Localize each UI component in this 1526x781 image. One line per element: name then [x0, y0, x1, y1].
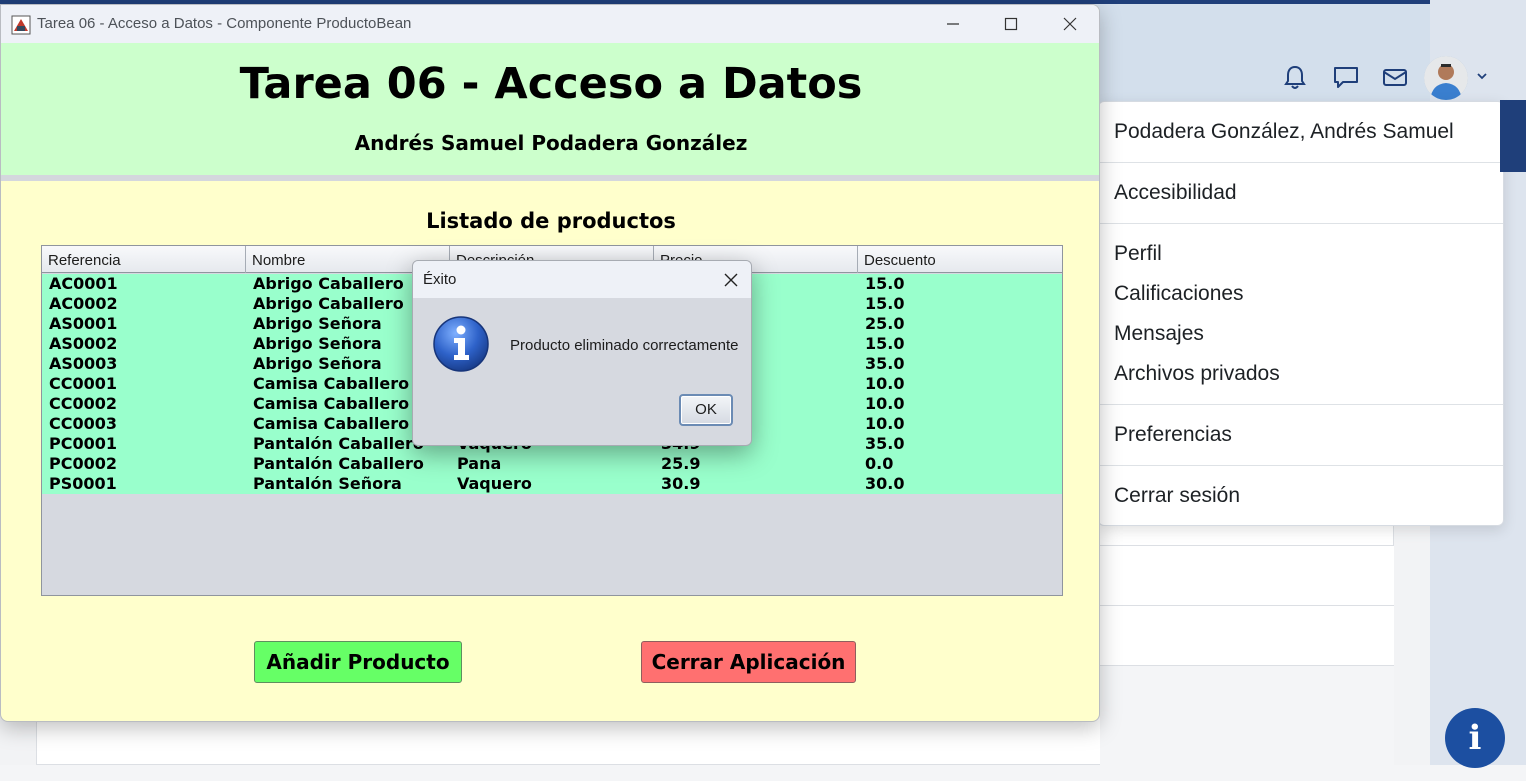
table-cell-ref: AS0003 — [49, 354, 118, 373]
table-cell-ref: AC0002 — [49, 294, 118, 313]
browser-footer — [0, 765, 1526, 781]
table-cell-descuento: 15.0 — [865, 294, 905, 313]
table-cell-ref: PC0002 — [49, 454, 117, 473]
table-cell-descuento: 15.0 — [865, 274, 905, 293]
browser-content-row — [1100, 665, 1394, 765]
table-cell-nombre: Pantalón Caballero — [253, 454, 424, 473]
chevron-down-icon[interactable] — [1474, 68, 1490, 84]
user-avatar[interactable] — [1424, 56, 1468, 100]
table-row[interactable]: PS0001 Pantalón Señora Vaquero 30.9 30.0 — [42, 474, 1062, 494]
app-main-title: Tarea 06 - Acceso a Datos — [239, 59, 863, 109]
product-list-title: Listado de productos — [426, 209, 676, 233]
menu-item-logout[interactable]: Cerrar sesión — [1114, 484, 1240, 508]
mail-icon[interactable] — [1380, 62, 1410, 92]
table-cell-ref: AC0001 — [49, 274, 118, 293]
menu-divider — [1099, 404, 1503, 405]
ok-button[interactable]: OK — [679, 394, 733, 426]
avatar-photo — [1424, 56, 1468, 100]
info-icon: i — [1468, 718, 1482, 758]
table-cell-ref: CC0001 — [49, 374, 118, 393]
bell-icon[interactable] — [1280, 62, 1310, 92]
help-info-button[interactable]: i — [1445, 708, 1505, 768]
table-cell-descuento: 30.0 — [865, 474, 905, 493]
add-product-button[interactable]: Añadir Producto — [254, 641, 462, 683]
table-cell-descuento: 10.0 — [865, 374, 905, 393]
table-cell-ref: PC0001 — [49, 434, 117, 453]
table-cell-descuento: 35.0 — [865, 434, 905, 453]
table-cell-descuento: 35.0 — [865, 354, 905, 373]
app-author: Andrés Samuel Podadera González — [354, 131, 748, 155]
window-titlebar[interactable]: Tarea 06 - Acceso a Datos - Componente P… — [1, 5, 1099, 43]
menu-item-grades[interactable]: Calificaciones — [1114, 282, 1244, 306]
table-cell-ref: CC0003 — [49, 414, 118, 433]
menu-item-preferences[interactable]: Preferencias — [1114, 423, 1232, 447]
message-dialog: Éxito Producto eliminado correctamente O… — [412, 260, 752, 446]
table-cell-descripcion: Pana — [457, 454, 502, 473]
table-row[interactable]: PC0002 Pantalón Caballero Pana 25.9 0.0 — [42, 454, 1062, 474]
close-app-button[interactable]: Cerrar Aplicación — [641, 641, 856, 683]
browser-content-row — [1100, 605, 1394, 665]
table-cell-ref: AS0001 — [49, 314, 118, 333]
table-cell-ref: CC0002 — [49, 394, 118, 413]
table-cell-descuento: 10.0 — [865, 414, 905, 433]
window-title: Tarea 06 - Acceso a Datos - Componente P… — [37, 15, 412, 32]
browser-accent-strip — [1500, 100, 1526, 172]
menu-divider — [1099, 162, 1503, 163]
menu-item-profile[interactable]: Perfil — [1114, 242, 1162, 266]
table-cell-precio: 25.9 — [661, 454, 701, 473]
table-cell-descuento: 10.0 — [865, 394, 905, 413]
table-cell-ref: PS0001 — [49, 474, 117, 493]
user-menu-dropdown: Podadera González, Andrés Samuel Accesib… — [1098, 101, 1504, 526]
menu-item-accessibility[interactable]: Accesibilidad — [1114, 181, 1237, 205]
table-cell-precio: 30.9 — [661, 474, 701, 493]
dialog-message: Producto eliminado correctamente — [510, 337, 739, 354]
table-cell-descuento: 15.0 — [865, 334, 905, 353]
menu-divider — [1099, 223, 1503, 224]
user-menu-name[interactable]: Podadera González, Andrés Samuel — [1114, 120, 1454, 144]
table-cell-descuento: 0.0 — [865, 454, 894, 473]
dialog-title: Éxito — [423, 271, 457, 288]
table-cell-descuento: 25.0 — [865, 314, 905, 333]
column-header-referencia[interactable]: Referencia — [42, 246, 246, 273]
browser-content-row — [1100, 545, 1394, 605]
info-icon — [433, 316, 489, 372]
java-app-icon — [11, 15, 31, 35]
dialog-titlebar[interactable]: Éxito — [413, 261, 751, 298]
chat-icon[interactable] — [1331, 62, 1361, 92]
menu-divider — [1099, 465, 1503, 466]
table-cell-nombre: Pantalón Señora — [253, 474, 402, 493]
menu-item-messages[interactable]: Mensajes — [1114, 322, 1204, 346]
header-divider — [1, 175, 1099, 181]
column-header-descuento[interactable]: Descuento — [858, 246, 1062, 273]
table-cell-descripcion: Vaquero — [457, 474, 532, 493]
table-cell-ref: AS0002 — [49, 334, 118, 353]
maximize-icon[interactable] — [1001, 14, 1021, 34]
minimize-icon[interactable] — [943, 14, 963, 34]
close-icon[interactable] — [722, 271, 740, 289]
close-icon[interactable] — [1060, 14, 1080, 34]
menu-item-private-files[interactable]: Archivos privados — [1114, 362, 1280, 386]
